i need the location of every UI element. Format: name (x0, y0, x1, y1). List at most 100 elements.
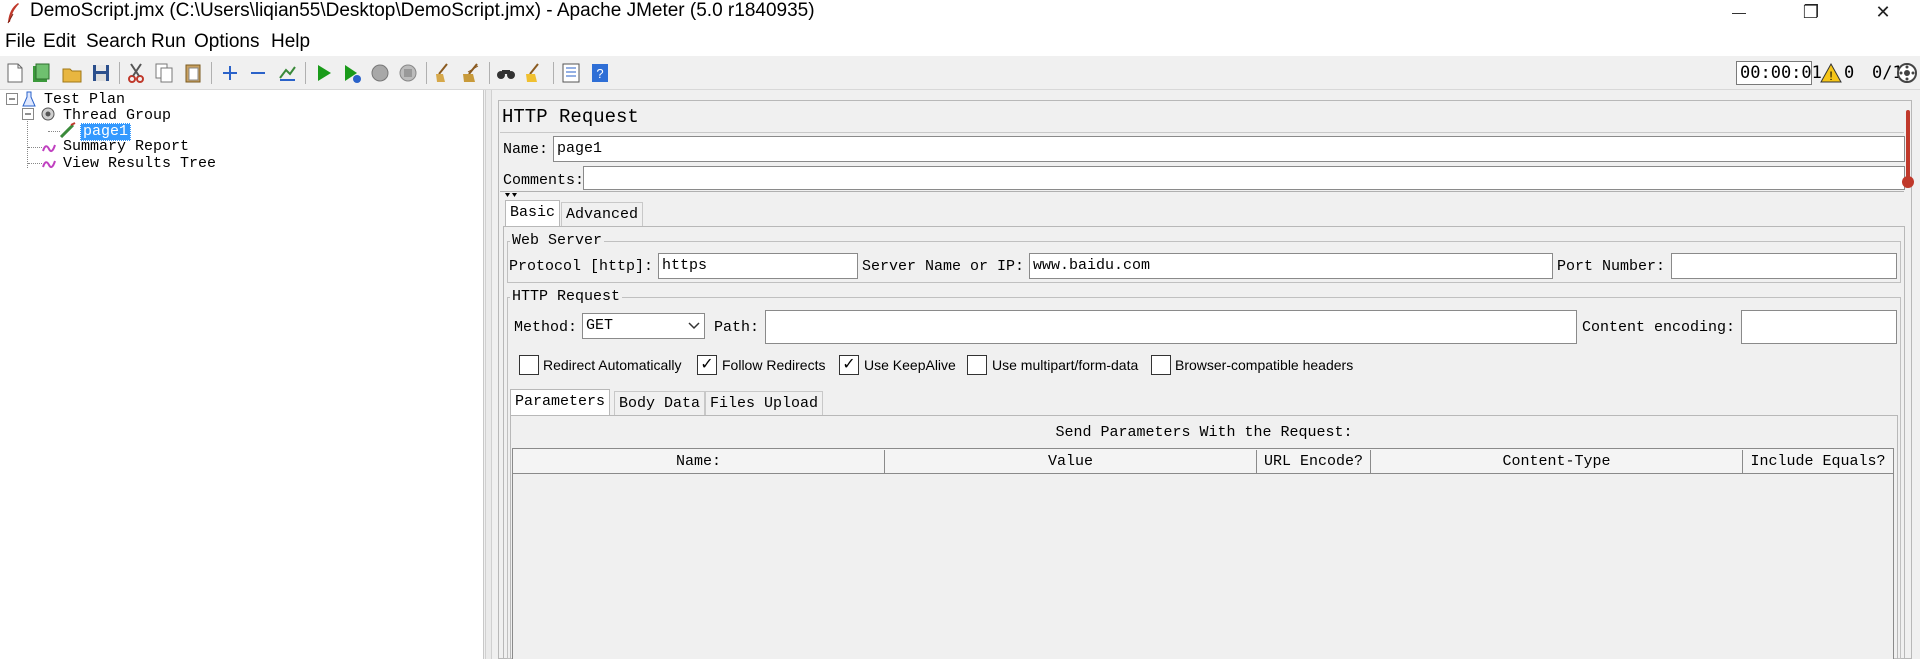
templates-icon[interactable] (31, 62, 51, 84)
tab-files-upload[interactable]: Files Upload (705, 391, 824, 415)
comments-label: Comments: (503, 172, 585, 189)
collapse-arrows-icon[interactable] (504, 192, 518, 200)
parameters-table[interactable] (512, 448, 1894, 659)
jmeter-feather-icon (7, 3, 19, 24)
toolbar-separator (553, 62, 554, 84)
tab-advanced[interactable]: Advanced (561, 202, 644, 226)
tab-body-data[interactable]: Body Data (614, 391, 706, 415)
panel-title: HTTP Request (502, 106, 639, 128)
tree-item-test-plan[interactable]: Test Plan (44, 92, 125, 108)
title-divider (500, 132, 1904, 133)
elapsed-time: 00:00:01 (1736, 61, 1822, 85)
help-icon[interactable]: ? (590, 62, 610, 84)
toggle-icon[interactable] (277, 62, 297, 84)
test-plan-icon (22, 91, 36, 107)
tab-basic[interactable]: Basic (505, 200, 561, 226)
toolbar-separator (426, 62, 427, 84)
paste-icon[interactable] (183, 62, 203, 84)
scroll-thumb[interactable] (1902, 176, 1914, 188)
menu-edit[interactable]: Edit (43, 30, 76, 54)
check-icon: ✓ (842, 356, 856, 373)
tree-guide (28, 147, 42, 148)
use-multipart-label: Use multipart/form-data (992, 357, 1139, 373)
collapse-toggle-icon[interactable] (6, 93, 18, 105)
cut-icon[interactable] (126, 62, 146, 84)
column-header-name[interactable]: Name: (513, 450, 885, 474)
restore-icon: ❐ (1802, 1, 1820, 22)
split-pane-divider[interactable] (485, 90, 492, 659)
shutdown-icon[interactable] (398, 62, 418, 84)
menu-file[interactable]: File (5, 30, 36, 54)
path-input[interactable] (765, 310, 1577, 344)
http-sampler-icon (59, 122, 76, 138)
collapse-toggle-icon[interactable] (22, 108, 34, 120)
port-label: Port Number: (1557, 258, 1666, 275)
protocol-input[interactable]: https (658, 253, 858, 279)
port-input[interactable] (1671, 253, 1897, 279)
error-count: 0 (1844, 63, 1855, 83)
use-multipart-checkbox[interactable] (967, 355, 987, 375)
menu-options[interactable]: Options (194, 30, 259, 54)
name-label: Name: (503, 141, 549, 158)
chevron-down-icon (688, 322, 700, 330)
column-header-content-type[interactable]: Content-Type (1371, 450, 1743, 474)
minimize-icon: — (1732, 4, 1746, 20)
start-no-pause-icon[interactable] (342, 62, 362, 84)
tree-guide (28, 163, 42, 164)
comments-input[interactable] (583, 166, 1905, 190)
column-header-include-equals[interactable]: Include Equals? (1743, 450, 1893, 474)
save-icon[interactable] (91, 62, 111, 84)
column-header-value[interactable]: Value (885, 450, 1257, 474)
use-keepalive-checkbox[interactable]: ✓ (839, 355, 859, 375)
search-icon[interactable] (496, 62, 516, 84)
test-tree-panel (0, 90, 484, 659)
start-icon[interactable] (314, 62, 334, 84)
server-name-input[interactable]: www.baidu.com (1029, 253, 1553, 279)
function-helper-icon[interactable] (561, 62, 581, 84)
restore-button[interactable]: ❐ (1788, 0, 1834, 24)
open-icon[interactable] (62, 62, 82, 84)
browser-compatible-checkbox[interactable] (1151, 355, 1171, 375)
stop-icon[interactable] (370, 62, 390, 84)
use-keepalive-label: Use KeepAlive (864, 357, 956, 373)
remote-icon[interactable] (1896, 61, 1918, 85)
content-encoding-label: Content encoding: (1582, 319, 1736, 336)
expand-icon[interactable] (220, 62, 240, 84)
column-header-url-encode[interactable]: URL Encode? (1257, 450, 1371, 474)
close-button[interactable]: ✕ (1860, 0, 1906, 24)
new-icon[interactable] (5, 62, 25, 84)
tab-parameters[interactable]: Parameters (510, 389, 611, 415)
name-input[interactable]: page1 (553, 136, 1905, 162)
follow-redirects-label: Follow Redirects (722, 357, 826, 373)
path-label: Path: (714, 319, 760, 336)
protocol-label: Protocol [http]: (509, 258, 654, 275)
close-icon: ✕ (1875, 1, 1891, 22)
tree-item-summary-report[interactable]: Summary Report (63, 139, 189, 155)
comments-divider (500, 191, 1904, 192)
browser-compatible-label: Browser-compatible headers (1175, 357, 1354, 373)
tree-item-thread-group[interactable]: Thread Group (63, 108, 171, 124)
tree-item-view-results-tree[interactable]: View Results Tree (63, 156, 216, 172)
menu-run[interactable]: Run (151, 30, 186, 54)
vertical-scroll-indicator[interactable] (1906, 110, 1910, 180)
follow-redirects-checkbox[interactable]: ✓ (697, 355, 717, 375)
menu-search[interactable]: Search (86, 30, 146, 54)
thread-group-icon (41, 107, 55, 121)
method-label: Method: (514, 319, 578, 336)
clear-all-icon[interactable] (461, 62, 481, 84)
menu-help[interactable]: Help (271, 30, 310, 54)
http-request-legend: HTTP Request (510, 288, 623, 306)
method-select[interactable]: GET (582, 313, 705, 339)
collapse-icon[interactable] (248, 62, 268, 84)
copy-icon[interactable] (154, 62, 174, 84)
method-value: GET (586, 317, 614, 334)
warning-icon[interactable]: ! (1820, 62, 1842, 84)
svg-text:!: ! (1829, 69, 1832, 83)
toolbar-separator (305, 62, 306, 84)
content-encoding-input[interactable] (1741, 310, 1897, 344)
clear-icon[interactable] (433, 62, 453, 84)
reset-search-icon[interactable] (524, 62, 544, 84)
redirect-automatically-checkbox[interactable] (519, 355, 539, 375)
window-title: DemoScript.jmx (C:\Users\liqian55\Deskto… (30, 0, 815, 21)
minimize-button[interactable]: — (1716, 0, 1762, 24)
